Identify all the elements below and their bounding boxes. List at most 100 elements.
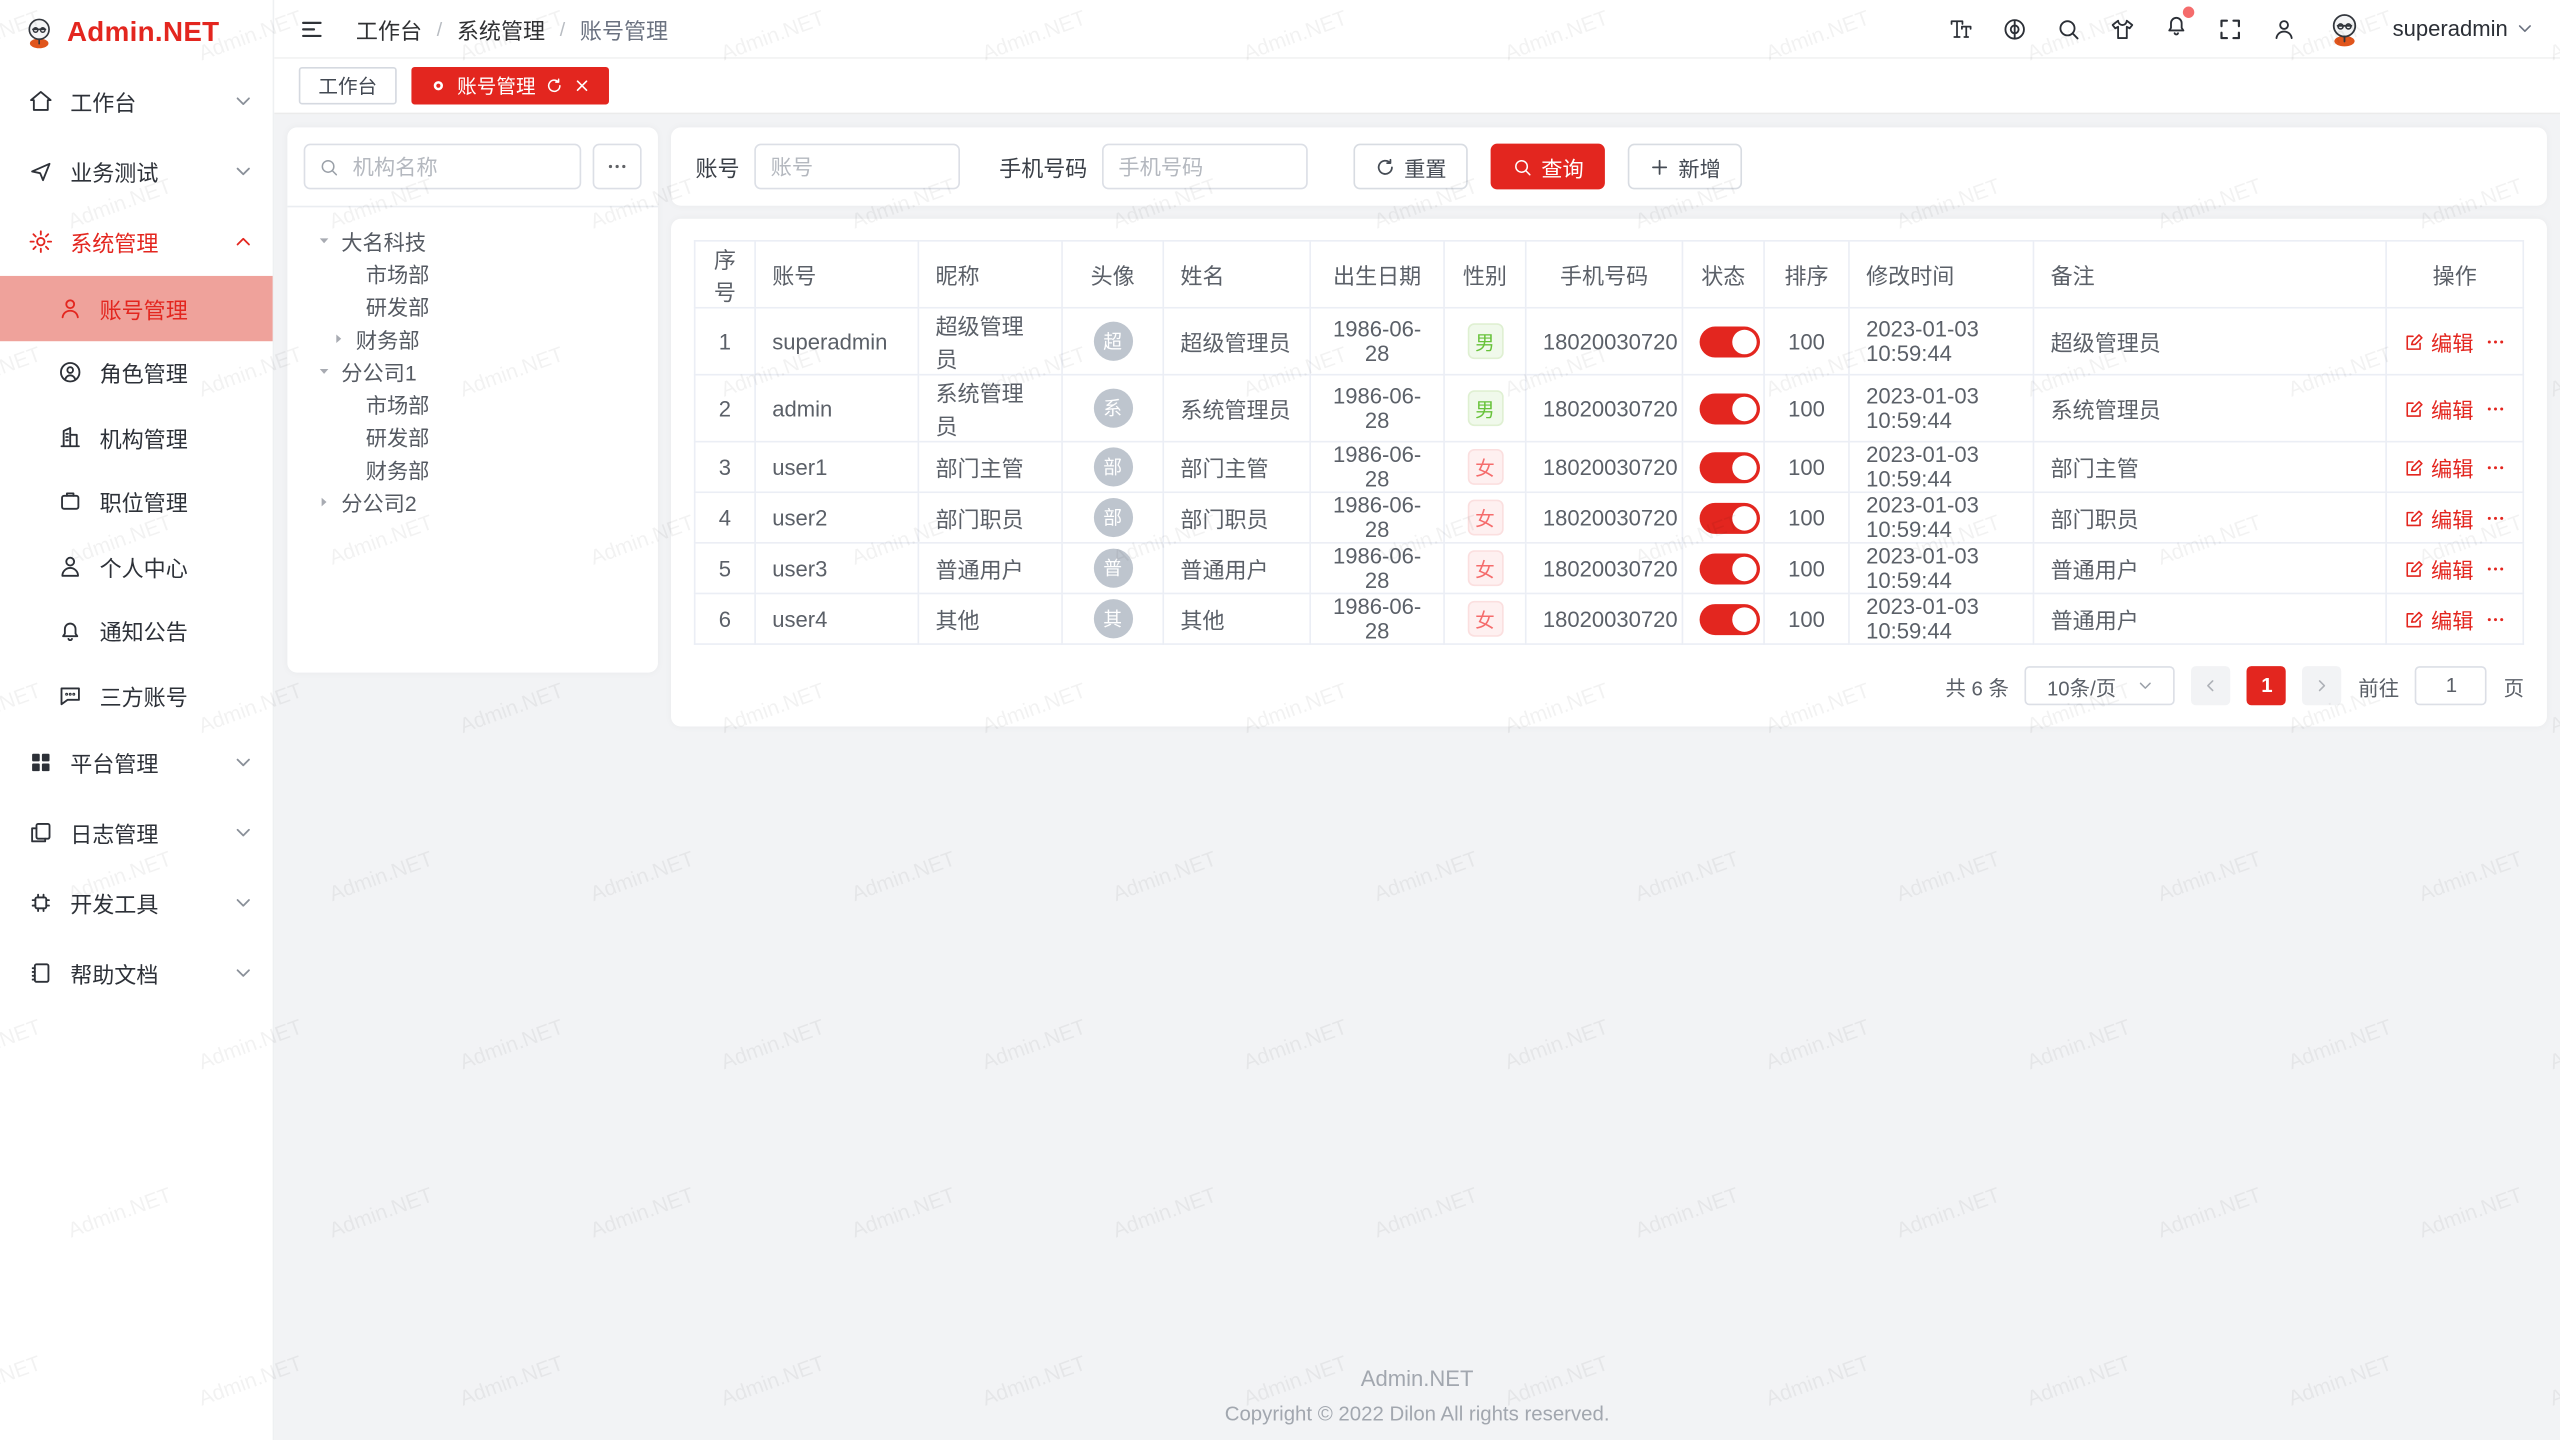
org-search-input[interactable] [349, 153, 566, 181]
more-actions-button[interactable] [2485, 608, 2506, 629]
table-header-row: 序号 账号 昵称 头像 姓名 出生日期 性别 手机号码 状态 排序 [695, 241, 2524, 308]
collapse-sidebar-icon[interactable] [299, 16, 325, 42]
status-toggle[interactable] [1700, 326, 1760, 357]
edit-icon [2403, 398, 2424, 419]
tree-node[interactable]: 分公司1 [304, 354, 642, 387]
phone-label: 手机号码 [999, 150, 1087, 183]
page-size-select[interactable]: 10条/页 [2025, 666, 2175, 705]
menu-label: 日志管理 [70, 816, 158, 849]
app-viewport: Admin.NET 工作台 业务测试 系统管理 账号管理 角色管理 机构管理 职… [0, 0, 2560, 1440]
org-tree-search [304, 144, 642, 190]
chat-icon [57, 682, 83, 708]
caret-down-icon[interactable] [317, 233, 332, 248]
breadcrumb-separator: / [560, 17, 565, 40]
gear-icon [28, 228, 54, 254]
right-column: 账号 手机号码 重置 查询 新增 [671, 127, 2547, 726]
more-actions-button[interactable] [2485, 507, 2506, 528]
profile-icon[interactable] [2272, 16, 2298, 42]
tree-node[interactable]: 财务部 [304, 322, 642, 355]
briefcase-icon [57, 489, 83, 515]
refresh-icon[interactable] [545, 77, 563, 95]
tree-node[interactable]: 大名科技 [304, 224, 642, 257]
tree-node[interactable]: 分公司2 [304, 485, 642, 518]
caret-down-icon[interactable] [317, 363, 332, 378]
app-logo[interactable]: Admin.NET [0, 0, 273, 65]
edit-button[interactable]: 编辑 [2403, 553, 2473, 584]
sidebar-item-business-test[interactable]: 业务测试 [0, 136, 273, 206]
tree-node-label: 大名科技 [341, 224, 426, 255]
edit-button[interactable]: 编辑 [2403, 326, 2473, 357]
accounts-table-card: 序号 账号 昵称 头像 姓名 出生日期 性别 手机号码 状态 排序 [671, 219, 2547, 727]
phone-input[interactable] [1102, 144, 1308, 190]
tree-node[interactable]: 研发部 [304, 289, 642, 322]
sidebar-item-position-mgmt[interactable]: 职位管理 [0, 469, 273, 533]
more-actions-button[interactable] [2485, 398, 2506, 419]
caret-right-icon[interactable] [317, 494, 332, 509]
language-icon[interactable] [2002, 16, 2028, 42]
close-icon[interactable] [573, 77, 591, 95]
goto-page-input[interactable] [2415, 666, 2487, 705]
font-size-icon[interactable] [1948, 16, 1974, 42]
sidebar-item-workbench[interactable]: 工作台 [0, 65, 273, 135]
sidebar-item-third-party-account[interactable]: 三方账号 [0, 663, 273, 727]
tree-node[interactable]: 研发部 [304, 420, 642, 453]
more-actions-button[interactable] [2485, 558, 2506, 579]
menu-label: 业务测试 [70, 154, 158, 187]
sidebar-item-platform-mgmt[interactable]: 平台管理 [0, 727, 273, 797]
org-tree-more-button[interactable] [593, 144, 642, 190]
notification-bell[interactable] [2164, 11, 2190, 45]
tree-node[interactable]: 市场部 [304, 256, 642, 289]
edit-button[interactable]: 编辑 [2403, 393, 2473, 424]
sidebar-item-help-docs[interactable]: 帮助文档 [0, 938, 273, 1008]
total-count: 共 6 条 [1945, 670, 2009, 701]
user-avatar[interactable] [2326, 9, 2365, 48]
content: 大名科技 市场部 研发部 财务部 分公司1 市场部 研发部 财务部 分公司2 [274, 114, 2560, 1440]
avatar: 系 [1093, 389, 1132, 428]
sidebar-item-log-mgmt[interactable]: 日志管理 [0, 798, 273, 868]
sidebar-menu: 工作台 业务测试 系统管理 账号管理 角色管理 机构管理 职位管理 个人中心 通… [0, 65, 273, 1440]
theme-icon[interactable] [2110, 16, 2136, 42]
menu-label: 通知公告 [100, 614, 188, 647]
tree-node[interactable]: 财务部 [304, 452, 642, 485]
breadcrumb-separator: / [437, 17, 442, 40]
edit-button[interactable]: 编辑 [2403, 451, 2473, 482]
sidebar-item-personal-center[interactable]: 个人中心 [0, 534, 273, 598]
tree-node-label: 分公司1 [341, 355, 416, 386]
add-button[interactable]: 新增 [1628, 144, 1742, 190]
prev-page-button[interactable] [2192, 666, 2231, 705]
caret-right-icon[interactable] [331, 331, 346, 346]
more-actions-button[interactable] [2485, 456, 2506, 477]
sidebar-item-system-mgmt[interactable]: 系统管理 [0, 206, 273, 276]
status-toggle[interactable] [1700, 553, 1760, 584]
menu-label: 开发工具 [70, 887, 158, 920]
breadcrumb-item[interactable]: 工作台 [356, 12, 422, 45]
sidebar-item-org-mgmt[interactable]: 机构管理 [0, 405, 273, 469]
book-icon [28, 960, 54, 986]
breadcrumb-item[interactable]: 系统管理 [457, 12, 545, 45]
query-button[interactable]: 查询 [1491, 144, 1605, 190]
sidebar-item-account-mgmt[interactable]: 账号管理 [0, 276, 273, 340]
sidebar-item-notice[interactable]: 通知公告 [0, 598, 273, 662]
sidebar-item-dev-tools[interactable]: 开发工具 [0, 868, 273, 938]
tree-node[interactable]: 市场部 [304, 387, 642, 420]
edit-button[interactable]: 编辑 [2403, 603, 2473, 634]
current-page[interactable]: 1 [2247, 666, 2286, 705]
status-toggle[interactable] [1700, 502, 1760, 533]
status-toggle[interactable] [1700, 603, 1760, 634]
active-dot-icon [429, 77, 447, 95]
chevron-down-icon [2516, 20, 2534, 38]
tab-account-mgmt[interactable]: 账号管理 [411, 67, 609, 105]
next-page-button[interactable] [2303, 666, 2342, 705]
menu-label: 三方账号 [100, 679, 188, 712]
search-icon[interactable] [2056, 16, 2082, 42]
fullscreen-icon[interactable] [2218, 16, 2244, 42]
sidebar-item-role-mgmt[interactable]: 角色管理 [0, 340, 273, 404]
tab-workbench[interactable]: 工作台 [299, 67, 397, 105]
user-menu[interactable]: superadmin [2393, 16, 2534, 40]
account-input[interactable] [754, 144, 960, 190]
status-toggle[interactable] [1700, 451, 1760, 482]
more-actions-button[interactable] [2485, 331, 2506, 352]
status-toggle[interactable] [1700, 393, 1760, 424]
edit-button[interactable]: 编辑 [2403, 502, 2473, 533]
reset-button[interactable]: 重置 [1353, 144, 1467, 190]
